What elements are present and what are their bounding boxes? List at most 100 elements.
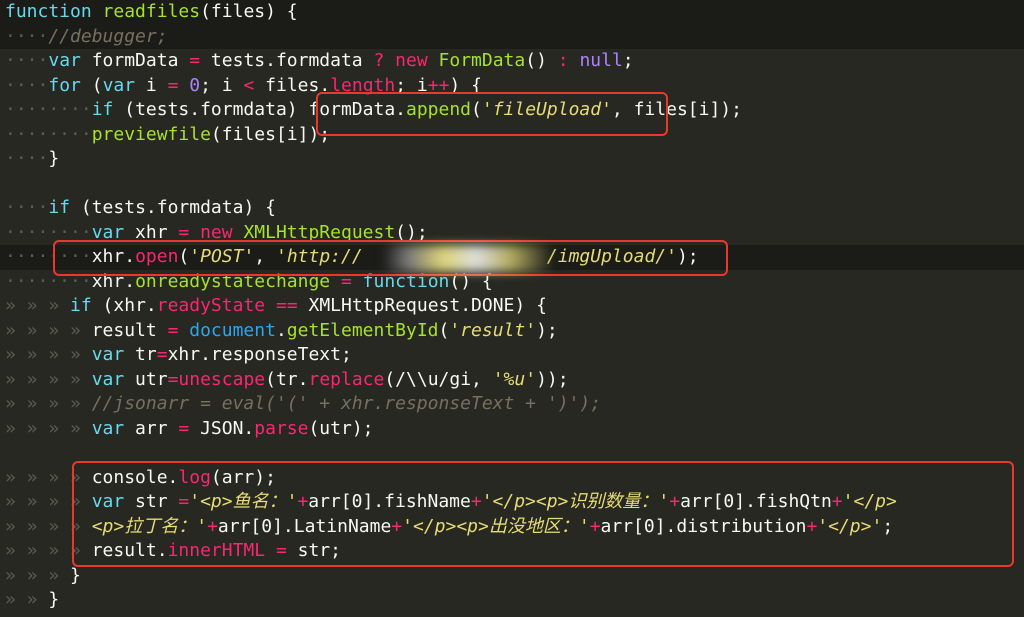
code-token: var [91,221,125,243]
code-token: (); [395,221,428,243]
code-token: append [406,99,472,120]
code-token: (tests.formdata) formData. [113,99,406,120]
code-token: arr [124,417,179,439]
code-token: + [669,491,681,512]
code-token: ) { [449,74,482,96]
code-token: new [200,221,233,243]
code-token: '</p><p>识别数量：' [481,491,670,512]
code-token: (files[i]); [210,123,331,145]
indent-guide: » » » » [5,344,92,365]
code-line[interactable]: function readfiles(files) { [0,0,1024,25]
code-token: console. [91,466,179,488]
code-token: '%u' [492,368,537,390]
code-line[interactable]: ········xhr.onreadystatechange = functio… [0,270,1024,295]
code-line[interactable]: » » » » result.innerHTML = str; [0,539,1024,564]
code-line[interactable] [0,172,1024,197]
code-token: new [395,50,428,71]
code-line[interactable]: » » » if (xhr.readyState == XMLHttpReque… [0,294,1024,319]
code-token: var [91,491,125,512]
code-token: getElementById [286,319,439,341]
code-line[interactable]: » » » » //jsonarr = eval('(' + xhr.respo… [0,392,1024,417]
code-line[interactable]: ····//debugger; [0,24,1024,49]
code-line[interactable]: ········xhr.open('POST', 'http:// /imgUp… [0,245,1024,270]
code-token: formData [80,50,190,71]
code-token: readyState [156,295,266,316]
code-line[interactable]: » » » » <p>拉丁名：'+arr[0].LatinName+'</p><… [0,515,1024,540]
code-token: } [48,589,60,610]
code-token: var [91,368,125,390]
indent-guide: ···· [5,197,49,218]
code-line[interactable]: » » } [0,588,1024,613]
code-token: str [124,491,179,512]
code-token: , [254,246,276,267]
code-token: + [470,491,482,512]
code-line[interactable]: ········previewfile(files[i]); [0,123,1024,148]
code-line[interactable]: » » » » var tr=xhr.responseText; [0,343,1024,368]
code-token: } [70,564,81,586]
code-token: 'POST' [189,246,255,267]
indent-guide: ········ [5,99,92,120]
code-token: () { [449,270,493,292]
code-token: if [70,295,92,316]
code-token: ? [373,50,385,71]
code-token: 'fileUpload' [481,99,612,120]
indent-guide: » » » » [5,491,92,512]
code-token: XMLHttpRequest [243,221,396,243]
code-token: (/\\u/gi, [384,368,493,390]
code-token: replace [308,368,385,390]
indent-guide: » » » » [5,319,92,341]
code-token: length [330,74,396,96]
code-token: '</p> [842,491,897,512]
code-line[interactable] [0,441,1024,466]
code-token: = [340,270,352,292]
code-token: (tr. [265,368,309,390]
code-line[interactable]: » » » » var utr=unescape(tr.replace(/\\u… [0,368,1024,393]
code-line[interactable]: » » » » var str ='<p>鱼名：'+arr[0].fishNam… [0,490,1024,515]
indent-guide: ···· [5,25,49,47]
code-token: onreadystatechange [135,270,331,292]
code-token: + [391,515,403,537]
indent-guide: » » » » [5,466,92,488]
code-token: (xhr. [91,295,157,316]
code-line[interactable]: ········var xhr = new XMLHttpRequest(); [0,221,1024,246]
code-token: : [557,50,569,71]
code-token: = [275,540,287,561]
code-line[interactable]: ········if (tests.formdata) formData.app… [0,98,1024,123]
code-token: } [48,148,60,169]
code-token: = [156,344,168,365]
indent-guide: » » » » [5,393,92,414]
code-token: = [178,417,190,439]
code-token: '<p>鱼名：' [189,491,298,512]
code-token: var [48,50,81,71]
code-token: JSON. [189,417,255,439]
indent-guide: ········ [5,123,92,145]
code-token: FormData [438,50,526,71]
code-token: open [135,246,179,267]
code-token: + [207,515,218,537]
code-line[interactable]: ····var formData = tests.formdata ? new … [0,49,1024,74]
code-line[interactable]: » » » } [0,564,1024,589]
code-token: xhr.responseText; [167,344,352,365]
code-token: unescape [178,368,266,390]
code-line[interactable]: ····if (tests.formdata) { [0,196,1024,221]
code-token: document [189,319,276,341]
code-line[interactable]: ····for (var i = 0; i < files.length; i+… [0,74,1024,99]
code-token: tests.formdata [200,50,374,71]
code-token: xhr. [91,270,136,292]
code-line[interactable]: ····} [0,147,1024,172]
code-editor[interactable]: function readfiles(files) {····//debugge… [0,0,1024,613]
code-token: arr[0].LatinName [217,515,392,537]
code-token: )); [536,368,569,390]
code-line[interactable]: » » » » var arr = JSON.parse(utr); [0,417,1024,442]
code-line[interactable]: » » » » result = document.getElementById… [0,319,1024,344]
code-token: if [48,197,71,218]
code-token: result. [91,540,168,561]
code-token: (tests.formdata) { [70,197,276,218]
code-token: log [178,466,211,488]
code-line[interactable]: » » » » console.log(arr); [0,466,1024,491]
indent-guide: ········ [5,270,92,292]
indent-guide: ········ [5,246,92,267]
code-token: null [579,50,623,71]
